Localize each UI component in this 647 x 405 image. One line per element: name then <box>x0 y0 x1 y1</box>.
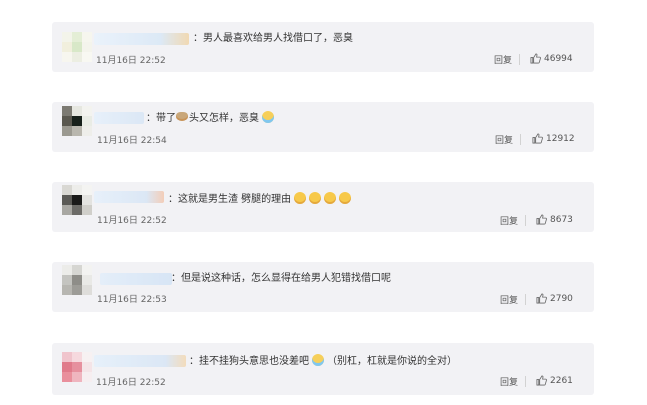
comment-card: ：男人最喜欢给男人找借口了，恶臭 11月16日 22:52 回复 46994 <box>52 22 594 72</box>
like-count: 2790 <box>550 293 573 304</box>
divider <box>520 134 521 145</box>
comment-card: ：带了 头又怎样，恶臭 11月16日 22:54 回复 12912 <box>52 102 594 152</box>
comment-time: 11月16日 22:52 <box>97 216 167 226</box>
thumbs-up-icon <box>536 293 547 304</box>
like-button[interactable]: 8673 <box>536 214 573 225</box>
thumbs-up-icon <box>532 133 543 144</box>
comment-text: ：挂不挂狗头意思也没差吧 （别杠，杠就是你说的全对） <box>189 354 457 367</box>
laughing-crying-emoji-icon <box>312 354 324 366</box>
comment-text: ：但是说这种话，怎么显得在给男人犯错找借口呢 <box>171 273 391 284</box>
comment-card: ：挂不挂狗头意思也没差吧 （别杠，杠就是你说的全对） 11月16日 22:52 回… <box>52 343 594 395</box>
smile-emoji-icon <box>324 192 337 204</box>
like-count: 2261 <box>550 375 573 386</box>
divider <box>525 376 526 387</box>
username[interactable] <box>94 191 164 203</box>
comment-time: 11月16日 22:53 <box>97 295 167 305</box>
comment-card: ：但是说这种话，怎么显得在给男人犯错找借口呢 11月16日 22:53 回复 2… <box>52 262 594 312</box>
comment-text: ：带了 头又怎样，恶臭 <box>146 111 274 126</box>
username[interactable] <box>94 112 144 124</box>
reply-button[interactable]: 回复 <box>495 133 513 146</box>
divider <box>519 54 520 65</box>
like-count: 8673 <box>550 214 573 225</box>
username[interactable] <box>94 355 186 367</box>
smile-emoji-icon <box>309 192 322 204</box>
avatar[interactable] <box>62 352 92 382</box>
dog-head-emoji-icon <box>176 112 188 121</box>
reply-button[interactable]: 回复 <box>494 53 512 66</box>
comment-time: 11月16日 22:54 <box>97 136 167 146</box>
avatar[interactable] <box>62 185 92 215</box>
reply-button[interactable]: 回复 <box>500 375 518 388</box>
thumbs-up-icon <box>536 214 547 225</box>
divider <box>525 215 526 226</box>
reply-button[interactable]: 回复 <box>500 293 518 306</box>
like-count: 46994 <box>544 53 573 64</box>
thumbs-up-icon <box>536 375 547 386</box>
smile-emoji-icon <box>294 192 307 204</box>
reply-button[interactable]: 回复 <box>500 214 518 227</box>
like-button[interactable]: 2261 <box>536 375 573 386</box>
username[interactable] <box>94 33 189 45</box>
comment-text: ：这就是男生渣 劈腿的理由 <box>168 192 352 207</box>
username[interactable] <box>100 273 172 285</box>
divider <box>525 294 526 305</box>
like-button[interactable]: 2790 <box>536 293 573 304</box>
smile-emoji-icon <box>339 192 352 204</box>
like-button[interactable]: 12912 <box>532 133 575 144</box>
comment-time: 11月16日 22:52 <box>96 56 166 66</box>
avatar[interactable] <box>62 32 92 62</box>
thumbs-up-icon <box>530 53 541 64</box>
crying-emoji-icon <box>262 111 274 123</box>
comment-time: 11月16日 22:52 <box>96 378 166 388</box>
like-count: 12912 <box>546 133 575 144</box>
avatar[interactable] <box>62 265 92 295</box>
comment-text: ：男人最喜欢给男人找借口了，恶臭 <box>193 33 353 44</box>
like-button[interactable]: 46994 <box>530 53 573 64</box>
comment-card: ：这就是男生渣 劈腿的理由 11月16日 22:52 回复 8673 <box>52 182 594 232</box>
avatar[interactable] <box>62 106 92 136</box>
